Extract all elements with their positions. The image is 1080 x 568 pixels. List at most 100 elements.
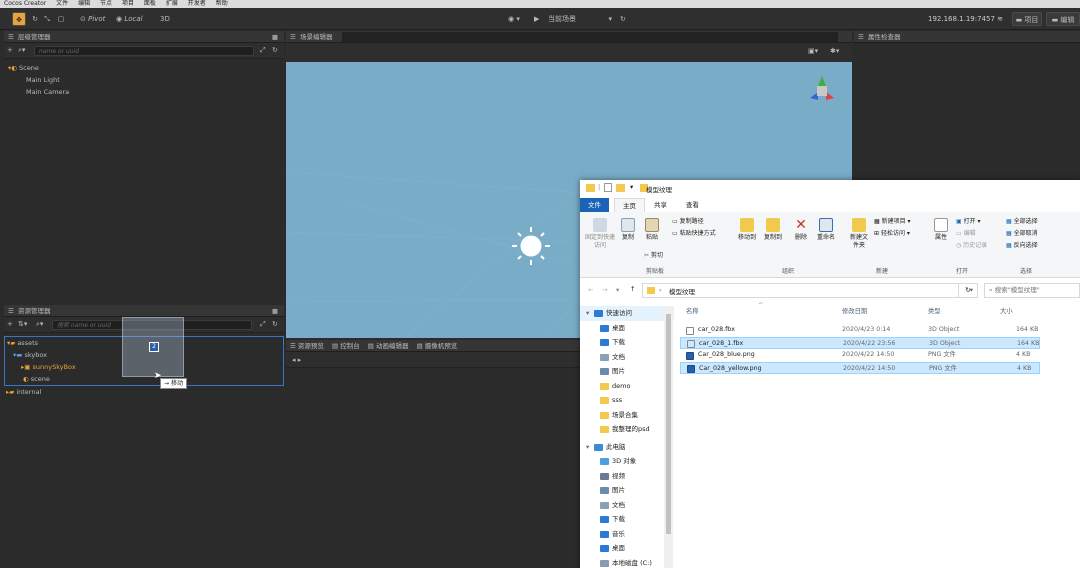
column-date[interactable]: 修改日期 (842, 304, 867, 320)
search-icon[interactable]: ⌕▾ (36, 320, 43, 329)
new-folder-button[interactable]: 新建文件夹 (848, 218, 870, 250)
search-icon[interactable]: ⌕▾ (18, 46, 25, 55)
rect-tool-button[interactable]: ▢ (56, 12, 66, 26)
nav-local-disk[interactable]: 本地磁盘 (C:) (580, 556, 674, 568)
local-toggle[interactable]: ◉ Local (116, 12, 143, 26)
nav-quick-access[interactable]: ▾ 快速访问 (580, 306, 674, 321)
mode-3d-toggle[interactable]: 3D (160, 12, 170, 26)
back-button[interactable]: ← (588, 286, 593, 294)
asset-folder-internal[interactable]: ▸▰ internal (4, 386, 284, 398)
nav-scroll-thumb[interactable] (666, 314, 671, 534)
recent-dropdown[interactable]: ▾ (616, 286, 619, 294)
menu-file[interactable]: 文件 (56, 0, 68, 7)
file-row[interactable]: car_028_1.fbx 2020/4/22 23:56 3D Object … (680, 336, 1040, 349)
column-type[interactable]: 类型 (928, 304, 941, 320)
gear-icon[interactable]: ✱▾ (830, 47, 839, 55)
ribbon-tab-file[interactable]: 文件 (580, 198, 609, 212)
file-row[interactable]: car_028.fbx 2020/4/23 0:14 3D Object 164… (680, 324, 1040, 337)
nav-pc-downloads[interactable]: 下载 (580, 512, 674, 527)
tab-animation-editor[interactable]: ▤ 动画编辑器 (362, 342, 409, 350)
menu-panel[interactable]: 面板 (144, 0, 156, 7)
hierarchy-search-input[interactable]: name or uuid (34, 46, 254, 56)
history-button[interactable]: ◷ 历史记录 (956, 242, 987, 250)
device-select[interactable]: ◉ ▾ (508, 12, 520, 26)
sort-icon[interactable]: ⇅▾ (18, 320, 27, 328)
nav-3d-objects[interactable]: 3D 对象 (580, 454, 674, 469)
properties-qa-icon[interactable] (604, 183, 612, 192)
paste-shortcut-button[interactable]: ▭ 粘贴快捷方式 (672, 230, 716, 238)
ribbon-tab-view[interactable]: 查看 (678, 198, 707, 212)
select-none-button[interactable]: ▦ 全部取消 (1006, 230, 1038, 238)
tree-node-scene[interactable]: ▾◐ Scene (4, 62, 284, 74)
move-to-button[interactable]: 移动到 (736, 218, 758, 242)
menu-developer[interactable]: 开发者 (188, 0, 206, 7)
nav-sss[interactable]: sss (580, 393, 674, 408)
column-size[interactable]: 大小 (1000, 304, 1013, 320)
tab-camera-preview[interactable]: ▤ 摄像机预览 (411, 342, 458, 350)
nav-scrollbar[interactable] (664, 306, 673, 568)
nav-music[interactable]: 音乐 (580, 527, 674, 542)
copy-button[interactable]: 复制 (618, 218, 638, 242)
explorer-search-input[interactable]: ⌕ 搜索"模型纹理" (984, 283, 1080, 298)
nav-downloads[interactable]: 下载✎ (580, 335, 674, 350)
nav-pc-desktop[interactable]: 桌面 (580, 541, 674, 556)
editor-button[interactable]: ▬ 编辑 (1046, 12, 1080, 26)
rotate-tool-button[interactable]: ↻ (30, 12, 40, 26)
move-tool-button[interactable]: ✥ (12, 12, 26, 26)
nav-desktop[interactable]: 桌面✎ (580, 321, 674, 336)
tree-node-main-light[interactable]: Main Light (4, 74, 284, 86)
refresh-button[interactable]: ↻ (620, 12, 626, 26)
up-button[interactable]: ↑ (630, 285, 635, 293)
nav-demo[interactable]: demo (580, 379, 674, 394)
delete-button[interactable]: ✕ 删除 (792, 218, 810, 242)
pin-icon[interactable]: ■ (272, 305, 278, 317)
file-row[interactable]: Car_028_yellow.png 2020/4/22 14:50 PNG 文… (680, 361, 1040, 374)
forward-button[interactable]: → (602, 286, 607, 294)
new-item-button[interactable]: ▦ 新建项目 ▾ (874, 218, 911, 226)
paste-button[interactable]: 粘贴 (642, 218, 662, 242)
scene-select[interactable]: 当前场景 ▾ (548, 12, 612, 26)
nav-documents[interactable]: 文档✎ (580, 350, 674, 365)
edit-button[interactable]: ▭ 编辑 (956, 230, 976, 238)
tab-asset-preview[interactable]: ☰ 资源预览 (286, 342, 324, 350)
cut-button[interactable]: ✂ 剪切 (644, 252, 663, 260)
screenshot-icon[interactable]: ▣▾ (808, 47, 818, 55)
add-asset-button[interactable]: + (7, 320, 13, 328)
scale-tool-button[interactable]: ⤡ (42, 12, 52, 26)
address-bar[interactable]: › 模型纹理 ▾ (642, 283, 978, 298)
nav-pictures[interactable]: 图片✎ (580, 364, 674, 379)
nav-pc-documents[interactable]: 文档 (580, 498, 674, 513)
menu-edit[interactable]: 编辑 (78, 0, 90, 7)
select-all-button[interactable]: ▦ 全部选择 (1006, 218, 1038, 226)
nav-psd[interactable]: 我整理的psd (580, 422, 674, 437)
tree-node-main-camera[interactable]: Main Camera (4, 86, 284, 98)
nav-pc-pictures[interactable]: 图片 (580, 483, 674, 498)
nav-videos[interactable]: 视频 (580, 469, 674, 484)
refresh-button[interactable]: ↻ (958, 283, 978, 298)
ribbon-tab-home[interactable]: 主页 (614, 198, 645, 212)
ribbon-tab-share[interactable]: 共享 (646, 198, 675, 212)
pivot-toggle[interactable]: ⊙ Pivot (80, 12, 105, 26)
collapse-icon[interactable]: ⤢ (260, 46, 266, 55)
nav-scene-collection[interactable]: 场景合集 (580, 408, 674, 423)
new-folder-qa-icon[interactable] (616, 184, 625, 192)
copy-path-button[interactable]: ▭ 复制路径 (672, 218, 704, 226)
project-button[interactable]: ▬ 项目 (1012, 12, 1042, 26)
refresh-icon[interactable]: ↻ (272, 46, 278, 54)
open-button[interactable]: ▣ 打开 ▾ (956, 218, 981, 226)
tab-console[interactable]: ▤ 控制台 (326, 342, 360, 350)
qa-dropdown-icon[interactable]: ▾ (630, 183, 633, 191)
menu-help[interactable]: 帮助 (216, 0, 228, 7)
rename-button[interactable]: 重命名 (814, 218, 838, 242)
easy-access-button[interactable]: ⊞ 轻松访问 ▾ (874, 230, 910, 238)
menu-node[interactable]: 节点 (100, 0, 112, 7)
collapse-icon[interactable]: ⤢ (260, 320, 266, 329)
copy-to-button[interactable]: 复制到 (762, 218, 784, 242)
pin-quick-access-button[interactable]: 固定到快速访问 (584, 218, 616, 250)
invert-selection-button[interactable]: ▦ 反向选择 (1006, 242, 1038, 250)
nav-this-pc[interactable]: ▾ 此电脑 (580, 440, 674, 455)
properties-button[interactable]: 属性 (930, 218, 952, 242)
play-button[interactable]: ▶ (534, 12, 539, 26)
add-node-button[interactable]: + (7, 46, 13, 54)
file-row[interactable]: Car_028_blue.png 2020/4/22 14:50 PNG 文件 … (680, 349, 1040, 362)
